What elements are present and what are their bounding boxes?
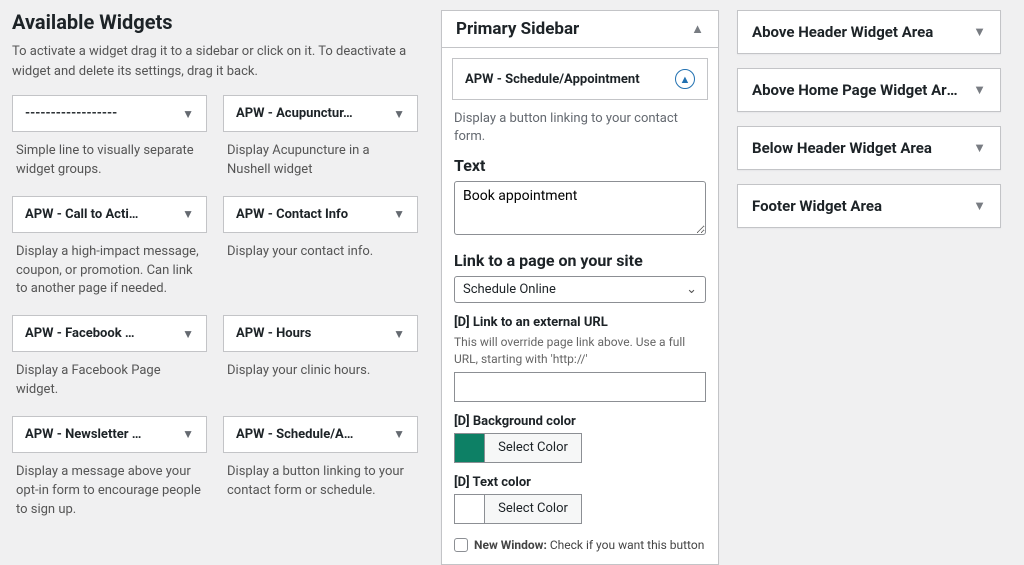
widget-title: APW - Newsletter … bbox=[25, 427, 141, 442]
widget-handle[interactable]: APW - Newsletter … ▼ bbox=[12, 416, 207, 453]
chevron-down-icon: ▼ bbox=[182, 207, 194, 221]
widget-separator: ------------------ ▼ Simple line to visu… bbox=[12, 95, 207, 180]
widget-desc: Display a high-impact message, coupon, o… bbox=[16, 243, 203, 300]
open-widget-title: APW - Schedule/Appointment bbox=[465, 72, 640, 87]
chevron-up-icon: ▲ bbox=[691, 21, 704, 37]
widget-desc: Simple line to visually separate widget … bbox=[16, 142, 203, 180]
widget-desc: Display your contact info. bbox=[227, 243, 414, 262]
widget-desc: Display a message above your opt-in form… bbox=[16, 463, 203, 520]
chevron-down-icon: ▼ bbox=[182, 427, 194, 441]
primary-sidebar-header[interactable]: Primary Sidebar ▲ bbox=[442, 11, 718, 48]
widget-handle[interactable]: APW - Contact Info ▼ bbox=[223, 196, 418, 233]
available-widgets-intro: To activate a widget drag it to a sideba… bbox=[12, 42, 423, 81]
area-above-home[interactable]: Above Home Page Widget Area ▼ bbox=[737, 68, 1001, 112]
widget-title: APW - Acupunctur… bbox=[236, 106, 353, 121]
area-title: Below Header Widget Area bbox=[752, 139, 932, 157]
text-field[interactable] bbox=[454, 181, 706, 235]
chevron-up-circle-icon: ▲ bbox=[675, 69, 695, 89]
link-page-label: Link to a page on your site bbox=[454, 251, 706, 270]
widget-call-to-action: APW - Call to Acti… ▼ Display a high-imp… bbox=[12, 196, 207, 300]
area-footer[interactable]: Footer Widget Area ▼ bbox=[737, 184, 1001, 228]
widgets-grid: ------------------ ▼ Simple line to visu… bbox=[12, 95, 423, 535]
widget-title: ------------------ bbox=[25, 106, 117, 121]
widget-contact-info: APW - Contact Info ▼ Display your contac… bbox=[223, 196, 418, 300]
widget-handle[interactable]: APW - Schedule/A… ▼ bbox=[223, 416, 418, 453]
new-window-label: New Window: Check if you want this butto… bbox=[474, 538, 704, 552]
open-widget-handle[interactable]: APW - Schedule/Appointment ▲ bbox=[452, 58, 708, 100]
external-url-hint: This will override page link above. Use … bbox=[454, 334, 706, 368]
widget-title: APW - Schedule/A… bbox=[236, 427, 353, 442]
chevron-down-icon: ▼ bbox=[973, 198, 986, 214]
chevron-down-icon: ▼ bbox=[393, 427, 405, 441]
widget-title: APW - Call to Acti… bbox=[25, 207, 138, 222]
chevron-down-icon: ⌄ bbox=[686, 282, 697, 297]
other-areas-column: Above Header Widget Area ▼ Above Home Pa… bbox=[731, 0, 1021, 541]
chevron-down-icon: ▼ bbox=[393, 207, 405, 221]
chevron-down-icon: ▼ bbox=[973, 140, 986, 156]
chevron-down-icon: ▼ bbox=[182, 327, 194, 341]
widget-form: Display a button linking to your contact… bbox=[442, 110, 718, 564]
external-url-input[interactable] bbox=[454, 372, 706, 402]
text-color-swatch bbox=[455, 495, 485, 523]
bg-color-picker[interactable]: Select Color bbox=[454, 433, 582, 463]
chevron-down-icon: ▼ bbox=[393, 107, 405, 121]
widget-desc: Display a button linking to your contact… bbox=[227, 463, 414, 501]
primary-sidebar-title: Primary Sidebar bbox=[456, 19, 579, 39]
widget-hours: APW - Hours ▼ Display your clinic hours. bbox=[223, 315, 418, 400]
text-field-label: Text bbox=[454, 156, 706, 175]
widget-handle[interactable]: APW - Hours ▼ bbox=[223, 315, 418, 352]
widget-title: APW - Hours bbox=[236, 326, 311, 341]
widget-title: APW - Facebook … bbox=[25, 326, 135, 341]
widget-handle[interactable]: APW - Acupunctur… ▼ bbox=[223, 95, 418, 132]
area-title: Footer Widget Area bbox=[752, 197, 882, 215]
chevron-down-icon: ▼ bbox=[182, 107, 194, 121]
bg-color-label: [D] Background color bbox=[454, 414, 706, 429]
widget-schedule: APW - Schedule/A… ▼ Display a button lin… bbox=[223, 416, 418, 520]
bg-color-swatch bbox=[455, 434, 485, 462]
widget-title: APW - Contact Info bbox=[236, 207, 348, 222]
new-window-row: New Window: Check if you want this butto… bbox=[454, 538, 706, 552]
widget-handle[interactable]: APW - Facebook … ▼ bbox=[12, 315, 207, 352]
widget-handle[interactable]: ------------------ ▼ bbox=[12, 95, 207, 132]
widget-desc: Display your clinic hours. bbox=[227, 362, 414, 381]
widget-handle[interactable]: APW - Call to Acti… ▼ bbox=[12, 196, 207, 233]
widget-desc: Display a Facebook Page widget. bbox=[16, 362, 203, 400]
link-page-select[interactable]: Schedule Online ⌄ bbox=[454, 276, 706, 303]
open-widget-desc: Display a button linking to your contact… bbox=[454, 110, 706, 146]
available-widgets-column: Available Widgets To activate a widget d… bbox=[0, 0, 435, 541]
chevron-down-icon: ▼ bbox=[973, 82, 986, 98]
area-title: Above Header Widget Area bbox=[752, 23, 933, 41]
chevron-down-icon: ▼ bbox=[393, 327, 405, 341]
select-color-button[interactable]: Select Color bbox=[485, 495, 581, 523]
select-color-button[interactable]: Select Color bbox=[485, 434, 581, 462]
chevron-down-icon: ▼ bbox=[973, 24, 986, 40]
text-color-picker[interactable]: Select Color bbox=[454, 494, 582, 524]
primary-sidebar-card: Primary Sidebar ▲ APW - Schedule/Appoint… bbox=[441, 10, 719, 565]
available-widgets-title: Available Widgets bbox=[12, 10, 423, 34]
area-title: Above Home Page Widget Area bbox=[752, 81, 962, 99]
text-color-label: [D] Text color bbox=[454, 475, 706, 490]
external-url-label: [D] Link to an external URL bbox=[454, 315, 706, 330]
primary-sidebar-column: Primary Sidebar ▲ APW - Schedule/Appoint… bbox=[435, 0, 731, 541]
widget-acupuncture: APW - Acupunctur… ▼ Display Acupuncture … bbox=[223, 95, 418, 180]
widget-facebook: APW - Facebook … ▼ Display a Facebook Pa… bbox=[12, 315, 207, 400]
area-above-header[interactable]: Above Header Widget Area ▼ bbox=[737, 10, 1001, 54]
link-page-selected: Schedule Online bbox=[463, 282, 556, 297]
widget-desc: Display Acupuncture in a Nushell widget bbox=[227, 142, 414, 180]
area-below-header[interactable]: Below Header Widget Area ▼ bbox=[737, 126, 1001, 170]
widget-newsletter: APW - Newsletter … ▼ Display a message a… bbox=[12, 416, 207, 520]
new-window-checkbox[interactable] bbox=[454, 538, 468, 552]
